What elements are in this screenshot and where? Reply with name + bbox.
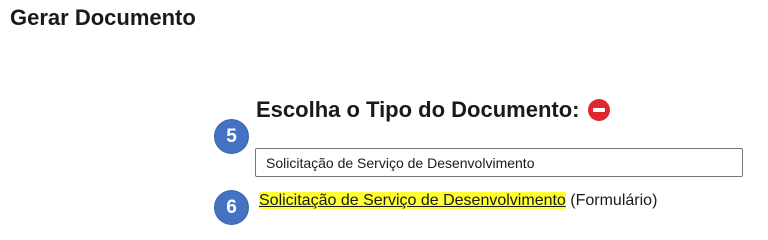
minus-circle-icon[interactable] <box>587 99 610 121</box>
search-result-type: (Formulário) <box>565 192 658 209</box>
step-badge-6: 6 <box>215 191 248 224</box>
document-type-search-input[interactable] <box>255 148 743 177</box>
document-type-heading-row: Escolha o Tipo do Documento: <box>256 97 610 123</box>
gerar-documento-page: Gerar Documento Escolha o Tipo do Docume… <box>0 0 768 237</box>
search-result-link[interactable]: Solicitação de Serviço de Desenvolviment… <box>259 192 566 209</box>
search-result-item: Solicitação de Serviço de Desenvolviment… <box>259 192 657 210</box>
document-type-heading: Escolha o Tipo do Documento: <box>256 97 580 122</box>
step-badge-5: 5 <box>215 120 248 153</box>
page-title: Gerar Documento <box>10 5 196 30</box>
